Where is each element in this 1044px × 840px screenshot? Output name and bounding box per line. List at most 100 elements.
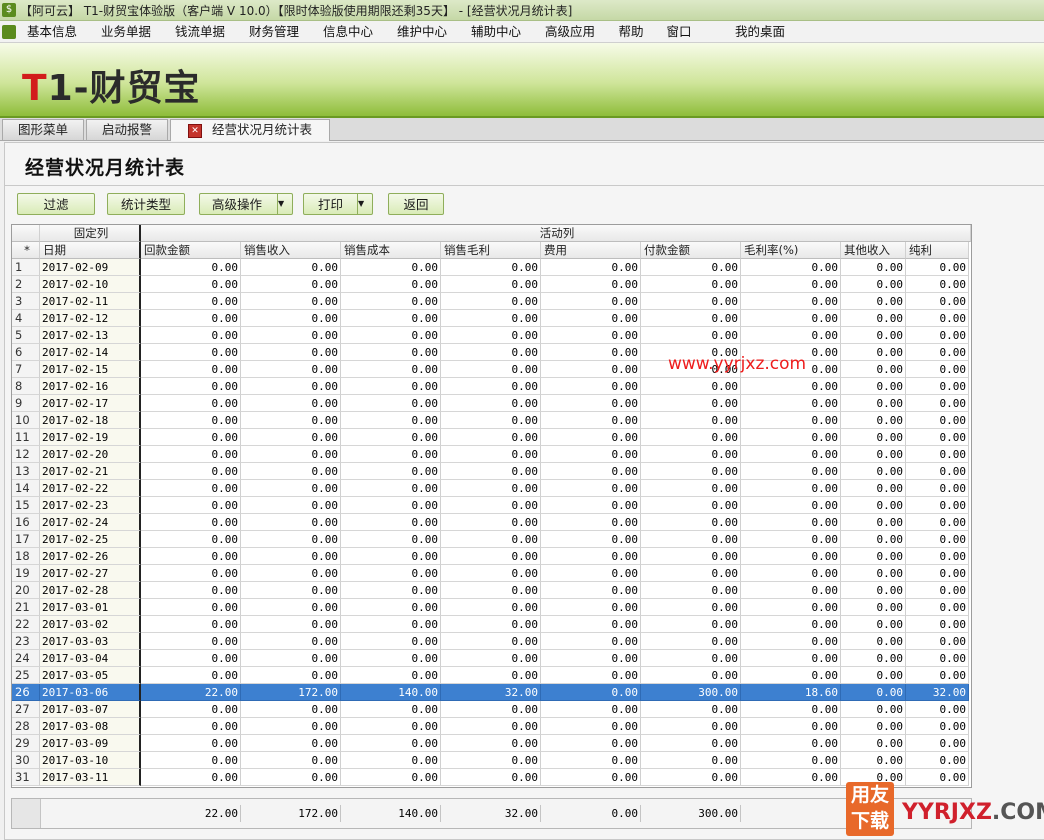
table-cell[interactable]: 0.00 [841,344,906,361]
menu-item-help[interactable]: 帮助 [614,21,648,42]
stat-type-button[interactable]: 统计类型 [107,193,185,215]
table-row[interactable]: 23 2017-03-03 0.00 0.00 0.00 0.00 0.00 0.00 0.00… [12,633,971,650]
table-cell[interactable]: 0.00 [841,599,906,616]
table-cell[interactable]: 0.00 [906,480,969,497]
table-cell[interactable]: 0.00 [141,667,241,684]
table-cell[interactable]: 0.00 [541,514,641,531]
table-cell[interactable]: 0.00 [641,463,741,480]
table-row[interactable]: 10 2017-02-18 0.00 0.00 0.00 0.00 0.00 0.00 0.00… [12,412,971,429]
table-cell[interactable]: 0.00 [341,718,441,735]
back-button[interactable]: 返回 [388,193,444,215]
date-cell[interactable]: 2017-02-21 [40,463,141,480]
table-cell[interactable]: 0.00 [141,548,241,565]
table-cell[interactable]: 0.00 [541,463,641,480]
table-cell[interactable]: 0.00 [541,293,641,310]
date-cell[interactable]: 2017-03-03 [40,633,141,650]
table-cell[interactable]: 0.00 [441,718,541,735]
table-cell[interactable]: 0.00 [541,531,641,548]
table-row[interactable]: 1 2017-02-09 0.00 0.00 0.00 0.00 0.00 0.00 0.00 0… [12,259,971,276]
date-cell[interactable]: 2017-03-02 [40,616,141,633]
table-cell[interactable]: 0.00 [241,361,341,378]
table-cell[interactable]: 0.00 [341,650,441,667]
table-cell[interactable]: 0.00 [841,633,906,650]
table-cell[interactable]: 0.00 [341,378,441,395]
date-cell[interactable]: 2017-02-22 [40,480,141,497]
menu-item-info-center[interactable]: 信息中心 [318,21,378,42]
table-cell[interactable]: 0.00 [541,650,641,667]
table-cell[interactable]: 0.00 [741,616,841,633]
table-cell[interactable]: 0.00 [841,361,906,378]
table-cell[interactable]: 0.00 [441,429,541,446]
date-cell[interactable]: 2017-02-18 [40,412,141,429]
table-cell[interactable]: 0.00 [541,599,641,616]
table-cell[interactable]: 0.00 [441,616,541,633]
table-cell[interactable]: 0.00 [906,310,969,327]
table-cell[interactable]: 300.00 [641,684,741,701]
table-cell[interactable]: 0.00 [541,548,641,565]
table-cell[interactable]: 0.00 [541,310,641,327]
table-cell[interactable]: 0.00 [841,276,906,293]
table-cell[interactable]: 0.00 [841,412,906,429]
table-cell[interactable]: 0.00 [841,378,906,395]
table-cell[interactable]: 0.00 [441,378,541,395]
table-cell[interactable]: 0.00 [841,395,906,412]
table-cell[interactable]: 0.00 [341,701,441,718]
table-cell[interactable]: 0.00 [241,463,341,480]
date-cell[interactable]: 2017-02-09 [40,259,141,276]
table-cell[interactable]: 0.00 [541,582,641,599]
table-cell[interactable]: 0.00 [241,616,341,633]
date-cell[interactable]: 2017-02-15 [40,361,141,378]
table-cell[interactable]: 0.00 [906,361,969,378]
table-row[interactable]: 22 2017-03-02 0.00 0.00 0.00 0.00 0.00 0.00 0.00… [12,616,971,633]
date-cell[interactable]: 2017-03-05 [40,667,141,684]
table-cell[interactable]: 0.00 [841,429,906,446]
table-cell[interactable]: 0.00 [841,718,906,735]
table-cell[interactable]: 0.00 [541,395,641,412]
table-cell[interactable]: 0.00 [641,718,741,735]
table-cell[interactable]: 0.00 [741,599,841,616]
table-cell[interactable]: 22.00 [141,684,241,701]
table-cell[interactable]: 0.00 [906,752,969,769]
table-cell[interactable]: 0.00 [341,310,441,327]
table-cell[interactable]: 0.00 [241,769,341,786]
table-cell[interactable]: 0.00 [906,616,969,633]
filter-button[interactable]: 过滤 [17,193,95,215]
table-cell[interactable]: 0.00 [241,293,341,310]
table-cell[interactable]: 0.00 [541,616,641,633]
table-cell[interactable]: 0.00 [641,616,741,633]
table-cell[interactable]: 0.00 [241,582,341,599]
table-row[interactable]: 28 2017-03-08 0.00 0.00 0.00 0.00 0.00 0.00 0.00… [12,718,971,735]
table-cell[interactable]: 0.00 [441,259,541,276]
date-cell[interactable]: 2017-02-10 [40,276,141,293]
table-cell[interactable]: 0.00 [441,735,541,752]
table-cell[interactable]: 0.00 [906,395,969,412]
table-cell[interactable]: 0.00 [741,395,841,412]
table-cell[interactable]: 0.00 [841,582,906,599]
table-cell[interactable]: 0.00 [841,514,906,531]
table-cell[interactable]: 0.00 [641,582,741,599]
table-cell[interactable]: 0.00 [241,395,341,412]
table-cell[interactable]: 0.00 [541,497,641,514]
column-header[interactable]: 付款金额 [641,242,741,259]
table-cell[interactable]: 0.00 [741,752,841,769]
table-cell[interactable]: 0.00 [441,412,541,429]
table-cell[interactable]: 0.00 [341,276,441,293]
table-cell[interactable]: 0.00 [141,735,241,752]
table-row[interactable]: 30 2017-03-10 0.00 0.00 0.00 0.00 0.00 0.00 0.00… [12,752,971,769]
menu-item-window[interactable]: 窗口 [662,21,696,42]
table-row[interactable]: 2 2017-02-10 0.00 0.00 0.00 0.00 0.00 0.00 0.00 0… [12,276,971,293]
table-cell[interactable]: 0.00 [141,582,241,599]
table-cell[interactable]: 0.00 [541,344,641,361]
date-cell[interactable]: 2017-02-20 [40,446,141,463]
table-cell[interactable]: 0.00 [341,412,441,429]
table-cell[interactable]: 0.00 [141,497,241,514]
table-row[interactable]: 3 2017-02-11 0.00 0.00 0.00 0.00 0.00 0.00 0.00 0… [12,293,971,310]
table-cell[interactable]: 0.00 [741,633,841,650]
table-cell[interactable]: 0.00 [441,667,541,684]
table-cell[interactable]: 0.00 [141,650,241,667]
table-cell[interactable]: 0.00 [841,735,906,752]
table-cell[interactable]: 0.00 [441,361,541,378]
table-cell[interactable]: 0.00 [741,327,841,344]
table-cell[interactable]: 0.00 [741,735,841,752]
table-cell[interactable]: 0.00 [141,412,241,429]
